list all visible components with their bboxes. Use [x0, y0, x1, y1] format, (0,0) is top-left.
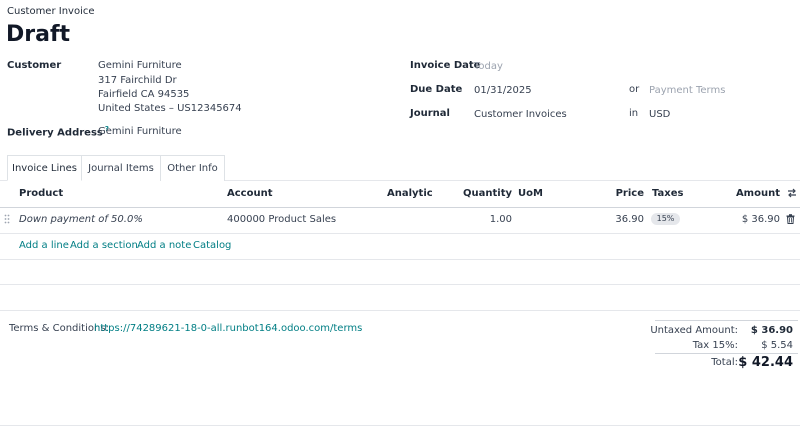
journal-label: Journal: [410, 108, 450, 119]
due-date-label: Due Date: [410, 84, 463, 95]
invoice-date-field[interactable]: Today: [474, 61, 503, 72]
add-section-link[interactable]: Add a section: [70, 240, 138, 251]
payment-terms-field[interactable]: Payment Terms: [649, 85, 725, 96]
delivery-address-label: Delivery Address?: [7, 125, 109, 138]
table-header-divider: [0, 207, 800, 208]
column-price[interactable]: Price: [616, 188, 644, 199]
delivery-address-field[interactable]: Gemini Furniture: [98, 126, 182, 137]
tax-badge[interactable]: 15%: [651, 213, 680, 225]
column-taxes[interactable]: Taxes: [652, 188, 683, 199]
empty-row-divider-1: [0, 259, 800, 260]
row-divider: [0, 233, 800, 234]
column-analytic[interactable]: Analytic: [387, 188, 433, 199]
customer-name[interactable]: Gemini Furniture: [98, 60, 182, 71]
column-account[interactable]: Account: [227, 188, 272, 199]
column-uom[interactable]: UoM: [518, 188, 543, 199]
currency-field[interactable]: USD: [649, 109, 670, 120]
journal-in-text: in: [629, 108, 639, 119]
tab-other-info[interactable]: Other Info: [161, 155, 225, 181]
row-account[interactable]: 400000 Product Sales: [227, 214, 336, 225]
column-product[interactable]: Product: [19, 188, 63, 199]
column-amount[interactable]: Amount: [736, 188, 780, 199]
catalog-link[interactable]: Catalog: [193, 240, 231, 251]
row-price[interactable]: 36.90: [615, 214, 644, 225]
trash-icon[interactable]: [786, 214, 795, 227]
customer-address-line3: United States – US12345674: [98, 103, 242, 114]
customer-label: Customer: [7, 60, 62, 71]
invoice-date-label: Invoice Date: [410, 60, 481, 71]
add-note-link[interactable]: Add a note: [137, 240, 191, 251]
drag-handle-icon[interactable]: [4, 214, 10, 227]
row-quantity[interactable]: 1.00: [490, 214, 512, 225]
column-quantity[interactable]: Quantity: [463, 188, 512, 199]
customer-address-line2: Fairfield CA 94535: [98, 89, 190, 100]
table-bottom-divider: [0, 310, 800, 311]
footer-divider: [0, 425, 800, 426]
totals-divider: [655, 353, 798, 354]
due-date-field[interactable]: 01/31/2025: [474, 85, 532, 96]
totals-top-border: [655, 320, 798, 321]
delivery-address-label-text: Delivery Address: [7, 127, 103, 139]
tax-label: Tax 15%:: [692, 340, 738, 351]
add-line-link[interactable]: Add a line: [19, 240, 69, 251]
total-value: $ 42.44: [738, 355, 793, 370]
column-settings-icon[interactable]: [787, 188, 797, 201]
tab-journal-items[interactable]: Journal Items: [82, 155, 161, 181]
empty-row-divider-2: [0, 284, 800, 285]
tax-value: $ 5.54: [761, 340, 793, 351]
terms-link[interactable]: https://74289621-18-0-all.runbot164.odoo…: [94, 323, 362, 334]
row-amount: $ 36.90: [741, 214, 780, 225]
tab-invoice-lines[interactable]: Invoice Lines: [7, 155, 82, 181]
total-label: Total:: [711, 357, 738, 368]
status-title: Draft: [6, 22, 71, 47]
breadcrumb[interactable]: Customer Invoice: [7, 6, 95, 17]
untaxed-amount-value: $ 36.90: [750, 325, 793, 336]
customer-address-line1: 317 Fairchild Dr: [98, 75, 177, 86]
due-date-or-text: or: [629, 84, 640, 95]
journal-field[interactable]: Customer Invoices: [474, 109, 567, 120]
row-product[interactable]: Down payment of 50.0%: [19, 214, 143, 225]
untaxed-amount-label: Untaxed Amount:: [650, 325, 738, 336]
